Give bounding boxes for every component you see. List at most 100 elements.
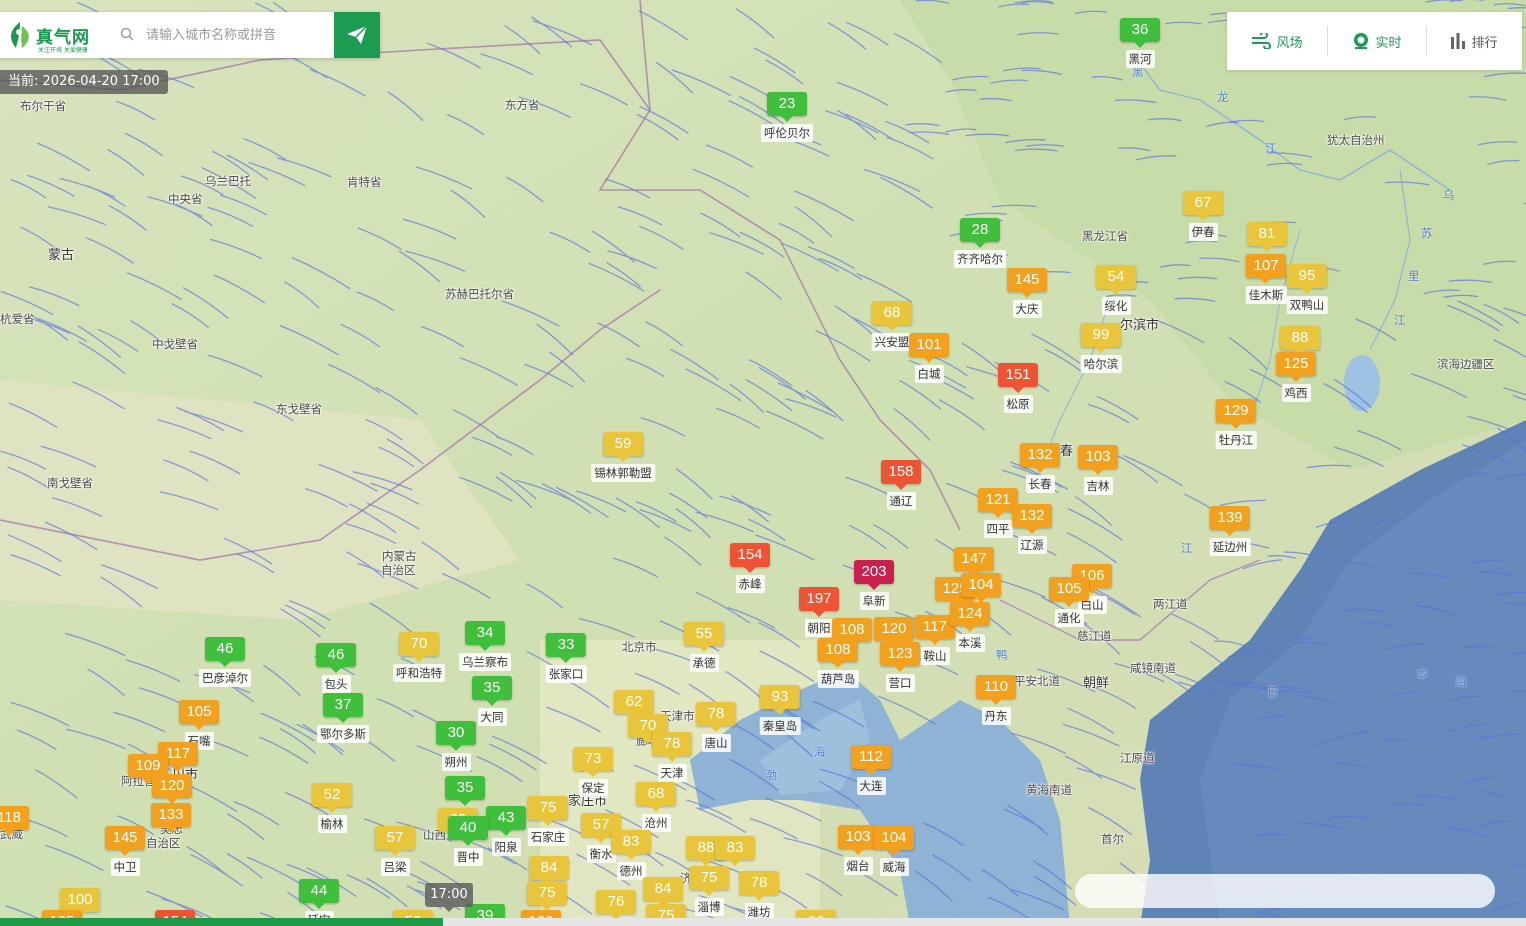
aqi-station-marker[interactable]: 46 巴彦淖尔 bbox=[199, 637, 251, 687]
aqi-station-marker[interactable]: 75 淄博 bbox=[689, 866, 729, 916]
aqi-station-marker[interactable]: 104 威海 bbox=[874, 826, 914, 876]
aqi-station-marker[interactable]: 75 石家庄 bbox=[527, 796, 569, 846]
aqi-station-marker[interactable]: 57 吕梁 bbox=[375, 826, 415, 876]
aqi-station-marker[interactable]: 124 本溪 bbox=[950, 602, 990, 652]
aqi-station-marker[interactable]: 68 兴安盟 bbox=[871, 301, 913, 351]
aqi-station-marker[interactable]: 101 白城 bbox=[909, 333, 949, 383]
aqi-station-marker[interactable]: 46 包头 bbox=[316, 643, 356, 693]
aqi-station-marker[interactable]: 100 bbox=[60, 888, 100, 918]
aqi-station-marker[interactable]: 78 天津 bbox=[652, 732, 692, 782]
aqi-station-marker[interactable]: 83 德州 bbox=[611, 830, 651, 880]
aqi-value-badge: 75 bbox=[528, 796, 568, 826]
wind-field-button[interactable]: 风场 bbox=[1227, 12, 1327, 70]
aqi-station-marker[interactable]: 151 松原 bbox=[998, 363, 1038, 413]
air-quality-map[interactable]: 布尔干省 乌兰巴托 中央省 肯特省 东方省 蒙古 苏赫巴托尔省 中戈壁省 东戈壁省 杭爱省 南戈壁省… bbox=[0, 0, 1526, 926]
aqi-station-marker[interactable]: 110 丹东 bbox=[976, 675, 1016, 725]
aqi-station-marker[interactable]: 83 bbox=[715, 836, 755, 866]
aqi-station-marker[interactable]: 75 bbox=[527, 881, 567, 911]
realtime-button[interactable]: 实时 bbox=[1328, 12, 1426, 70]
aqi-station-marker[interactable]: 120 bbox=[874, 617, 914, 647]
station-city-name: 佳木斯 bbox=[1245, 286, 1287, 304]
aqi-station-marker[interactable]: 35 bbox=[445, 776, 485, 806]
aqi-value-badge: 78 bbox=[696, 702, 736, 732]
aqi-station-marker[interactable]: 55 承德 bbox=[684, 622, 724, 672]
aqi-station-marker[interactable]: 99 哈尔滨 bbox=[1080, 323, 1122, 373]
aqi-station-marker[interactable]: 139 延边州 bbox=[1209, 506, 1251, 556]
aqi-station-marker[interactable]: 158 通辽 bbox=[881, 460, 921, 510]
aqi-station-marker[interactable]: 132 长春 bbox=[1020, 443, 1060, 493]
aqi-value-badge: 124 bbox=[950, 602, 990, 632]
aqi-station-marker[interactable]: 33 张家口 bbox=[545, 633, 587, 683]
place-label: 黑龙江省 bbox=[1082, 229, 1128, 243]
aqi-station-marker[interactable]: 81 bbox=[1247, 222, 1287, 252]
ranking-button[interactable]: 排行 bbox=[1427, 12, 1521, 70]
aqi-station-marker[interactable]: 123 营口 bbox=[880, 642, 920, 692]
aqi-station-marker[interactable]: 132 辽源 bbox=[1012, 504, 1052, 554]
aqi-station-marker[interactable]: 133 bbox=[151, 803, 191, 833]
aqi-station-marker[interactable]: 154 赤峰 bbox=[730, 543, 770, 593]
place-label: 春 bbox=[1060, 444, 1074, 459]
aqi-station-marker[interactable]: 78 唐山 bbox=[696, 702, 736, 752]
aqi-station-marker[interactable]: 37 鄂尔多斯 bbox=[317, 693, 369, 743]
aqi-station-marker[interactable]: 35 大同 bbox=[472, 676, 512, 726]
aqi-station-marker[interactable]: 120 bbox=[152, 774, 192, 804]
timeline-bar[interactable] bbox=[0, 918, 1526, 926]
aqi-station-marker[interactable]: 104 bbox=[961, 573, 1001, 603]
aqi-station-marker[interactable]: 36 黑河 bbox=[1120, 18, 1160, 68]
city-search-input[interactable] bbox=[142, 22, 336, 48]
aqi-station-marker[interactable]: 103 烟台 bbox=[838, 825, 878, 875]
aqi-station-marker[interactable]: 78 潍坊 bbox=[739, 871, 779, 921]
place-label: 咸镜南道 bbox=[1130, 661, 1176, 675]
aqi-value-badge: 68 bbox=[636, 782, 676, 812]
station-city-name: 晋中 bbox=[453, 848, 483, 866]
search-submit-button[interactable] bbox=[334, 12, 380, 58]
realtime-pin-icon bbox=[1354, 33, 1369, 49]
aqi-station-marker[interactable]: 76 bbox=[596, 890, 636, 920]
aqi-station-marker[interactable]: 30 朔州 bbox=[436, 721, 476, 771]
aqi-station-marker[interactable]: 118 bbox=[0, 806, 29, 836]
station-city-name: 丹东 bbox=[981, 707, 1011, 725]
aqi-station-marker[interactable]: 28 齐齐哈尔 bbox=[954, 218, 1006, 268]
station-city-name: 保定 bbox=[578, 779, 608, 797]
aqi-station-marker[interactable]: 84 bbox=[643, 877, 683, 907]
aqi-station-marker[interactable]: 88 bbox=[1280, 326, 1320, 356]
logo-slogan: 关注环境 关爱健康 bbox=[38, 47, 88, 54]
aqi-value-badge: 120 bbox=[152, 774, 192, 804]
aqi-station-marker[interactable]: 43 阳泉 bbox=[486, 806, 526, 856]
aqi-station-marker[interactable]: 105 通化 bbox=[1049, 577, 1089, 627]
aqi-station-marker[interactable]: 103 吉林 bbox=[1078, 445, 1118, 495]
aqi-station-marker[interactable]: 108 葫芦岛 bbox=[817, 638, 859, 688]
aqi-station-marker[interactable]: 145 大庆 bbox=[1007, 268, 1047, 318]
aqi-station-marker[interactable]: 125 鸡西 bbox=[1276, 352, 1316, 402]
aqi-value-badge: 132 bbox=[1012, 504, 1052, 534]
aqi-station-marker[interactable]: 52 榆林 bbox=[312, 783, 352, 833]
timeline-time-marker[interactable]: 17:00 bbox=[425, 883, 473, 912]
aqi-station-marker[interactable]: 73 保定 bbox=[573, 747, 613, 797]
aqi-station-marker[interactable]: 95 双鸭山 bbox=[1286, 264, 1328, 314]
aqi-station-marker[interactable]: 70 呼和浩特 bbox=[393, 632, 445, 682]
aqi-station-marker[interactable]: 93 秦皇岛 bbox=[759, 685, 801, 735]
aqi-station-marker[interactable]: 107 佳木斯 bbox=[1245, 254, 1287, 304]
aqi-station-marker[interactable]: 129 牡丹江 bbox=[1215, 399, 1257, 449]
aqi-station-marker[interactable]: 67 伊春 bbox=[1183, 191, 1223, 241]
aqi-station-marker[interactable]: 112 大连 bbox=[851, 745, 891, 795]
aqi-station-marker[interactable]: 117 鞍山 bbox=[915, 615, 955, 665]
aqi-station-marker[interactable]: 54 绥化 bbox=[1096, 265, 1136, 315]
aqi-station-marker[interactable]: 62 bbox=[614, 690, 654, 720]
place-label: 朝鲜 bbox=[1083, 676, 1110, 691]
aqi-station-marker[interactable]: 147 bbox=[954, 547, 994, 577]
station-city-name: 榆林 bbox=[317, 815, 347, 833]
aqi-station-marker[interactable]: 203 阜新 bbox=[854, 560, 894, 610]
aqi-station-marker[interactable]: 145 中卫 bbox=[105, 826, 145, 876]
aqi-value-badge: 83 bbox=[611, 830, 651, 860]
aqi-station-marker[interactable]: 40 晋中 bbox=[448, 816, 488, 866]
aqi-value-badge: 104 bbox=[961, 573, 1001, 603]
station-city-name: 朔州 bbox=[441, 753, 471, 771]
aqi-station-marker[interactable]: 59 锡林郭勒盟 bbox=[591, 432, 655, 482]
aqi-station-marker[interactable]: 34 乌兰察布 bbox=[459, 621, 511, 671]
aqi-station-marker[interactable]: 23 呼伦贝尔 bbox=[761, 92, 813, 142]
aqi-station-marker[interactable]: 84 bbox=[529, 856, 569, 886]
site-logo[interactable]: 真气网 关注环境 关爱健康 bbox=[6, 20, 90, 54]
aqi-station-marker[interactable]: 68 沧州 bbox=[636, 782, 676, 832]
station-city-name: 淄博 bbox=[694, 898, 724, 916]
